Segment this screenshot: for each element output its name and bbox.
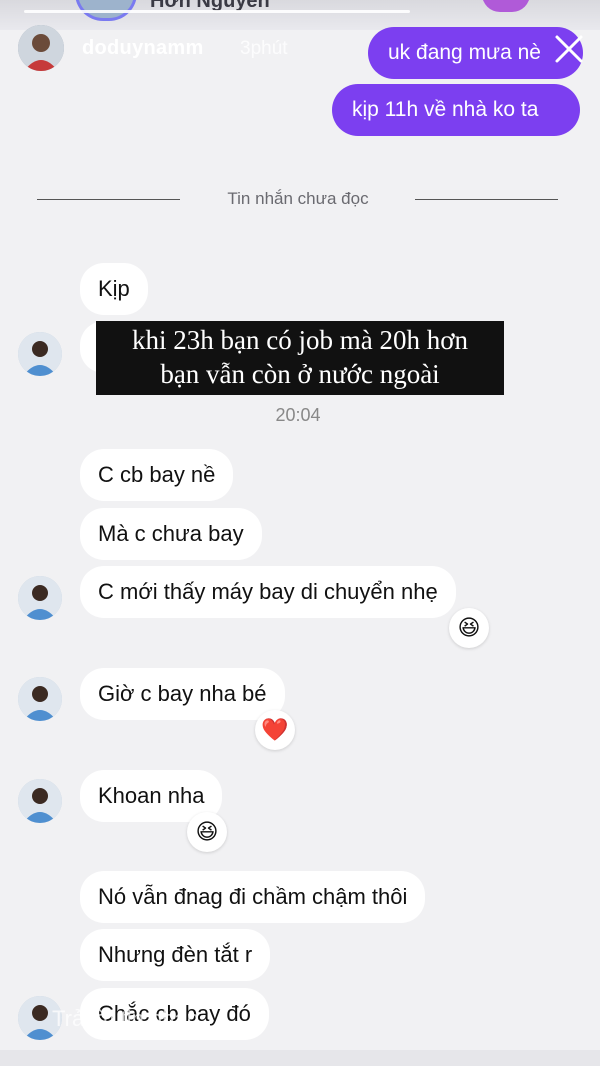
incoming-message: C mới thấy máy bay di chuyển nhẹ — [80, 566, 456, 618]
poster-name[interactable]: doduynamm — [82, 37, 204, 60]
incoming-message: Nó vẫn đnag đi chầm chậm thôi — [80, 871, 426, 923]
bottom-bar — [0, 1050, 600, 1066]
story-caption: khi 23h bạn có job mà 20h hơn bạn vẫn cò… — [96, 321, 504, 395]
incoming-message: Mà c chưa bay — [80, 508, 262, 560]
sender-avatar[interactable] — [18, 576, 62, 620]
reply-overlay-text[interactable]: Trả lời tin nhắn — [52, 1006, 199, 1032]
divider-line — [415, 199, 558, 200]
post-time: 3phút — [240, 38, 288, 59]
story-progress-bar — [24, 10, 410, 13]
reaction-heart-icon[interactable]: ❤️ — [255, 710, 295, 750]
outgoing-message: uk đang mưa nè — [368, 27, 583, 79]
outgoing-message: kịp 11h về nhà ko ta — [332, 84, 580, 136]
close-icon[interactable] — [552, 32, 586, 66]
incoming-message: Kịp — [80, 263, 148, 315]
incoming-message: C cb bay nề — [80, 449, 234, 501]
incoming-message: Giờ c bay nha bé — [80, 668, 285, 720]
caption-line: bạn vẫn còn ở nước ngoài — [160, 359, 440, 389]
sender-avatar[interactable] — [18, 332, 62, 376]
message-timestamp: 20:04 — [275, 405, 321, 425]
caption-line: khi 23h bạn có job mà 20h hơn — [132, 325, 468, 355]
reaction-laugh-icon[interactable]: 😆 — [187, 812, 227, 852]
sender-avatar[interactable] — [18, 779, 62, 823]
reaction-laugh-icon[interactable]: 😆 — [449, 608, 489, 648]
incoming-message: Nhưng đèn tắt r — [80, 929, 271, 981]
poster-avatar[interactable] — [18, 25, 64, 71]
sender-avatar[interactable] — [18, 677, 62, 721]
